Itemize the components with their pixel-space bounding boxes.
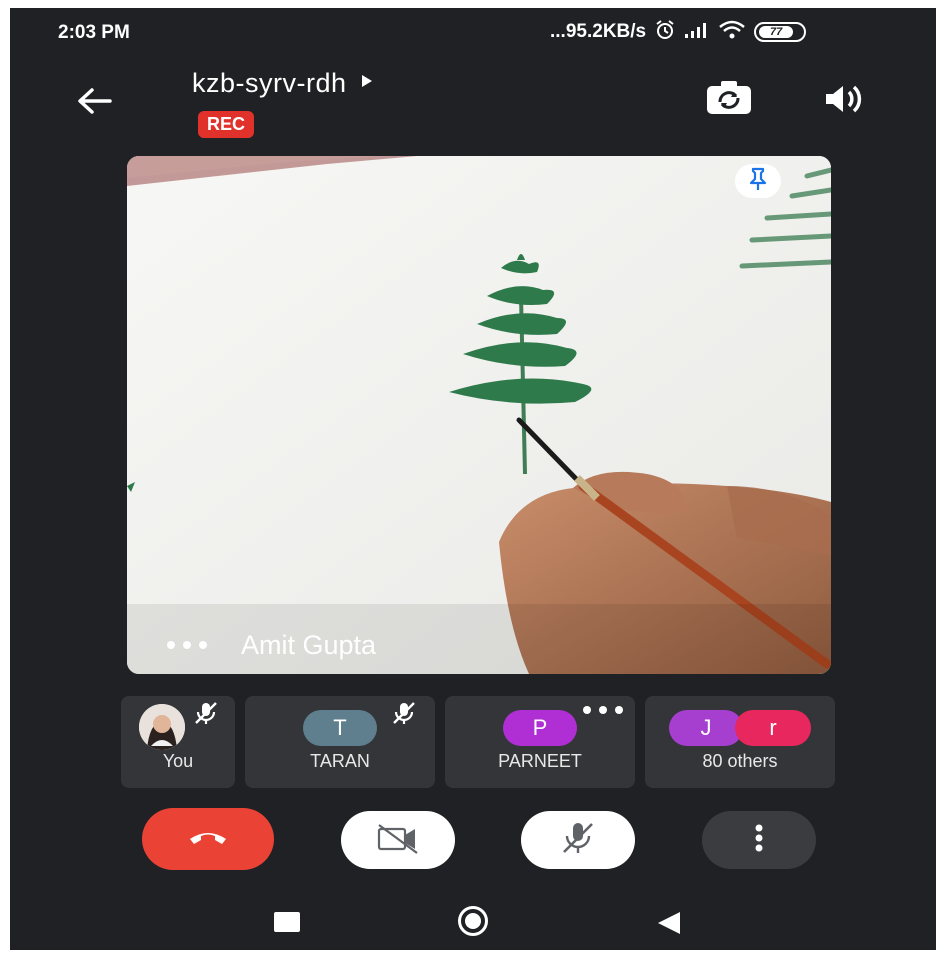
recents-icon[interactable] — [274, 912, 300, 932]
phone-screen: 2:03 PM ...95.2KB/s 77 kzb-syrv-rdh REC — [10, 8, 936, 950]
avatar: r — [735, 710, 811, 746]
back-icon[interactable] — [656, 910, 682, 941]
avatar: J — [669, 710, 743, 746]
mic-off-icon — [193, 700, 219, 731]
home-icon[interactable] — [458, 906, 488, 936]
avatar: P — [503, 710, 577, 746]
back-button[interactable] — [74, 86, 114, 121]
more-options-icon — [754, 824, 764, 857]
main-video-feed[interactable]: Amit Gupta — [127, 156, 831, 674]
recording-badge: REC — [198, 111, 255, 138]
participant-name: 80 others — [702, 751, 778, 771]
participant-name: PARNEET — [498, 751, 582, 771]
avatar — [139, 704, 185, 750]
battery-level: 77 — [759, 26, 794, 38]
expand-arrow-icon — [361, 74, 373, 93]
mic-off-icon — [558, 820, 598, 861]
pin-icon — [747, 167, 769, 196]
speaker-button[interactable] — [822, 84, 866, 119]
participant-tile-parneet[interactable]: P PARNEET — [445, 696, 635, 788]
status-time: 2:03 PM — [58, 22, 130, 43]
speaker-name: Amit Gupta — [241, 630, 377, 660]
video-frame-image — [127, 156, 831, 674]
meeting-title[interactable]: kzb-syrv-rdh — [192, 68, 373, 99]
camera-off-icon — [373, 821, 423, 860]
avatar-initial: T — [333, 715, 347, 740]
end-call-icon — [187, 827, 229, 852]
more-options-button[interactable] — [702, 811, 816, 869]
camera-switch-icon — [704, 81, 754, 122]
avatar-initial: r — [769, 715, 777, 740]
mic-toggle-button[interactable] — [521, 811, 635, 869]
camera-toggle-button[interactable] — [341, 811, 455, 869]
switch-camera-button[interactable] — [704, 78, 754, 123]
speaker-icon — [822, 85, 866, 118]
speaker-label: Amit Gupta — [165, 630, 376, 661]
participant-name: You — [162, 751, 194, 771]
signal-icon — [684, 21, 710, 44]
alarm-icon — [654, 19, 676, 46]
status-icons: ...95.2KB/s 77 — [550, 19, 807, 46]
network-speed: ...95.2KB/s — [550, 21, 647, 42]
participant-tile-taran[interactable]: T TARAN — [245, 696, 435, 788]
participant-name: TARAN — [310, 751, 370, 771]
pin-button[interactable] — [735, 164, 781, 198]
avatar: T — [303, 710, 377, 746]
meeting-code: kzb-syrv-rdh — [192, 68, 347, 98]
avatar-initial: P — [532, 715, 548, 740]
more-dots-icon[interactable] — [165, 637, 209, 655]
more-dots-icon[interactable] — [581, 700, 625, 721]
avatar-initial: J — [700, 715, 712, 740]
participant-tile-you[interactable]: You — [121, 696, 235, 788]
wifi-icon — [718, 20, 746, 45]
end-call-button[interactable] — [142, 808, 274, 870]
participant-tile-others[interactable]: J r 80 others — [645, 696, 835, 788]
battery-icon: 77 — [754, 22, 807, 42]
mic-off-icon — [391, 700, 417, 731]
